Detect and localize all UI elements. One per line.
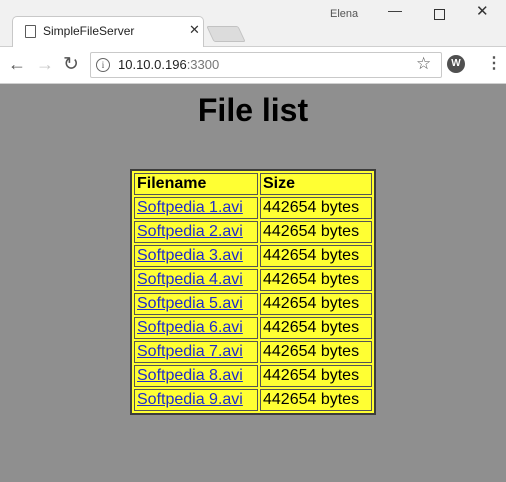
info-icon[interactable]: i <box>96 58 110 72</box>
filename-cell: Softpedia 8.avi <box>134 365 258 387</box>
tab-close-icon[interactable]: ✕ <box>189 22 200 38</box>
table-row: Softpedia 5.avi 442654 bytes <box>134 293 372 315</box>
filename-cell: Softpedia 1.avi <box>134 197 258 219</box>
header-size: Size <box>260 173 372 195</box>
new-tab-button[interactable] <box>206 26 246 42</box>
filename-cell: Softpedia 3.avi <box>134 245 258 267</box>
bookmark-star-icon[interactable]: ☆ <box>416 54 431 74</box>
size-cell: 442654 bytes <box>260 341 372 363</box>
file-link[interactable]: Softpedia 4.avi <box>137 271 243 288</box>
file-link[interactable]: Softpedia 7.avi <box>137 343 243 360</box>
tab-title: SimpleFileServer <box>43 24 135 38</box>
filename-cell: Softpedia 5.avi <box>134 293 258 315</box>
size-cell: 442654 bytes <box>260 221 372 243</box>
file-link[interactable]: Softpedia 8.avi <box>137 367 243 384</box>
reload-icon[interactable]: ↻ <box>63 53 79 76</box>
url-text[interactable]: 10.10.0.196:3300 <box>118 57 219 72</box>
size-cell: 442654 bytes <box>260 389 372 411</box>
extension-icon[interactable]: W <box>447 55 465 73</box>
url-host: 10.10.0.196 <box>118 57 187 72</box>
file-link[interactable]: Softpedia 2.avi <box>137 223 243 240</box>
size-cell: 442654 bytes <box>260 365 372 387</box>
size-cell: 442654 bytes <box>260 197 372 219</box>
file-link[interactable]: Softpedia 6.avi <box>137 319 243 336</box>
filename-cell: Softpedia 7.avi <box>134 341 258 363</box>
filename-cell: Softpedia 9.avi <box>134 389 258 411</box>
page-title: File list <box>197 92 309 128</box>
forward-icon[interactable]: → <box>36 54 54 75</box>
size-cell: 442654 bytes <box>260 317 372 339</box>
table-row: Softpedia 7.avi 442654 bytes <box>134 341 372 363</box>
table-header-row: Filename Size <box>134 173 372 195</box>
table-row: Softpedia 9.avi 442654 bytes <box>134 389 372 411</box>
size-cell: 442654 bytes <box>260 293 372 315</box>
table-row: Softpedia 1.avi 442654 bytes <box>134 197 372 219</box>
table-row: Softpedia 3.avi 442654 bytes <box>134 245 372 267</box>
menu-icon[interactable]: ⋮ <box>486 53 502 73</box>
file-link[interactable]: Softpedia 1.avi <box>137 199 243 216</box>
minimize-icon[interactable]: — <box>388 2 402 18</box>
filename-cell: Softpedia 6.avi <box>134 317 258 339</box>
table-row: Softpedia 8.avi 442654 bytes <box>134 365 372 387</box>
table-row: Softpedia 4.avi 442654 bytes <box>134 269 372 291</box>
size-cell: 442654 bytes <box>260 269 372 291</box>
header-filename: Filename <box>134 173 258 195</box>
back-icon[interactable]: ← <box>8 54 26 75</box>
size-cell: 442654 bytes <box>260 245 372 267</box>
document-icon <box>25 25 36 38</box>
table-row: Softpedia 6.avi 442654 bytes <box>134 317 372 339</box>
browser-tab[interactable]: SimpleFileServer ✕ <box>12 16 204 47</box>
url-port: :3300 <box>186 57 220 72</box>
filename-cell: Softpedia 4.avi <box>134 269 258 291</box>
profile-name[interactable]: Elena <box>330 8 358 20</box>
file-link[interactable]: Softpedia 9.avi <box>137 391 243 408</box>
table-row: Softpedia 2.avi 442654 bytes <box>134 221 372 243</box>
file-link[interactable]: Softpedia 5.avi <box>137 295 243 312</box>
title-bar: SimpleFileServer ✕ Elena — ✕ <box>0 0 506 47</box>
file-table: Filename Size Softpedia 1.avi 442654 byte… <box>130 169 376 415</box>
window-close-icon[interactable]: ✕ <box>476 2 489 20</box>
page-viewport: File list Filename Size Softpedia 1.avi 4… <box>0 84 506 482</box>
filename-cell: Softpedia 2.avi <box>134 221 258 243</box>
file-link[interactable]: Softpedia 3.avi <box>137 247 243 264</box>
maximize-icon[interactable] <box>434 9 445 20</box>
address-bar[interactable]: i 10.10.0.196:3300 ☆ <box>90 52 442 78</box>
browser-toolbar: ← → ↻ i 10.10.0.196:3300 ☆ W ⋮ <box>0 47 506 84</box>
